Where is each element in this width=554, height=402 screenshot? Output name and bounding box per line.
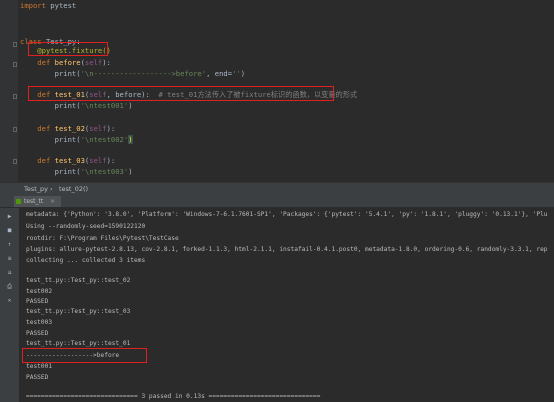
breadcrumb: Test_py › test_02() [0, 182, 554, 196]
fold-marker[interactable] [13, 94, 17, 99]
trash-icon[interactable]: ✕ [5, 296, 14, 305]
close-icon[interactable]: × [50, 198, 55, 205]
console-line: test_tt.py::Test_py::test_02 [26, 277, 131, 284]
console-line: test003 [26, 319, 53, 326]
breadcrumb-class[interactable]: Test_py [24, 183, 48, 196]
breadcrumb-method[interactable]: test_02() [59, 183, 88, 196]
console-line: Using --randomly-seed=1590122120 [26, 223, 146, 230]
console-line: metadata: {'Python': '3.8.0', 'Platform'… [26, 211, 548, 218]
console-line: PASSED [26, 298, 49, 305]
scroll-to-end-icon[interactable]: ⇊ [5, 268, 14, 277]
fold-marker[interactable] [13, 62, 17, 67]
run-panel-header: test_tt × [0, 196, 554, 208]
console-line: test_tt.py::Test_py::test_03 [26, 308, 131, 315]
code-line-def-test03: def test_03(self): [20, 156, 116, 165]
console-line: rootdir: F:\Program Files\Pytest\TestCas… [26, 235, 179, 242]
breadcrumb-separator: › [50, 185, 53, 193]
code-line-print-test002: print('\ntest002') [20, 135, 133, 144]
code-line-print-before: print('\n------------------>before', end… [20, 69, 246, 78]
code-line-import: import pytest [20, 1, 77, 10]
console-line: test002 [26, 288, 53, 295]
code-line-def-test02: def test_02(self): [20, 124, 116, 133]
scroll-up-icon[interactable]: ↑ [5, 240, 14, 249]
run-toolbar: ▶ ■ ↑ ≡ ⇊ ⎙ ✕ [0, 208, 19, 402]
highlight-box-fixture [28, 42, 108, 56]
rerun-icon[interactable]: ▶ [5, 212, 14, 221]
editor-gutter [0, 0, 18, 182]
code-line-print-test001: print('\ntest001') [20, 101, 133, 110]
fold-marker[interactable] [13, 42, 17, 47]
console-line: test001 [26, 363, 53, 370]
highlight-box-before-output [22, 348, 147, 363]
fold-marker[interactable] [13, 159, 17, 164]
run-tab[interactable]: test_tt × [14, 196, 62, 207]
code-line-def-before: def before(self): [20, 58, 111, 67]
soft-wrap-icon[interactable]: ≡ [5, 254, 14, 263]
console-line: ============================== 3 passed … [26, 393, 321, 400]
console-line: PASSED [26, 374, 49, 381]
highlight-box-test01 [28, 86, 334, 101]
fold-marker[interactable] [13, 127, 17, 132]
console-line: PASSED [26, 330, 49, 337]
console-line: collecting ... collected 3 items [26, 257, 146, 264]
print-icon[interactable]: ⎙ [5, 282, 14, 291]
python-run-icon [16, 199, 21, 204]
run-tab-label: test_tt [24, 198, 44, 205]
console-output[interactable]: metadata: {'Python': '3.8.0', 'Platform'… [20, 208, 554, 402]
code-editor[interactable]: import pytest class Test_py: @pytest.fix… [0, 0, 554, 182]
stop-icon[interactable]: ■ [5, 226, 14, 235]
console-line: plugins: allure-pytest-2.8.13, cov-2.8.1… [26, 246, 548, 253]
code-line-print-test003: print('\ntest003') [20, 167, 133, 176]
